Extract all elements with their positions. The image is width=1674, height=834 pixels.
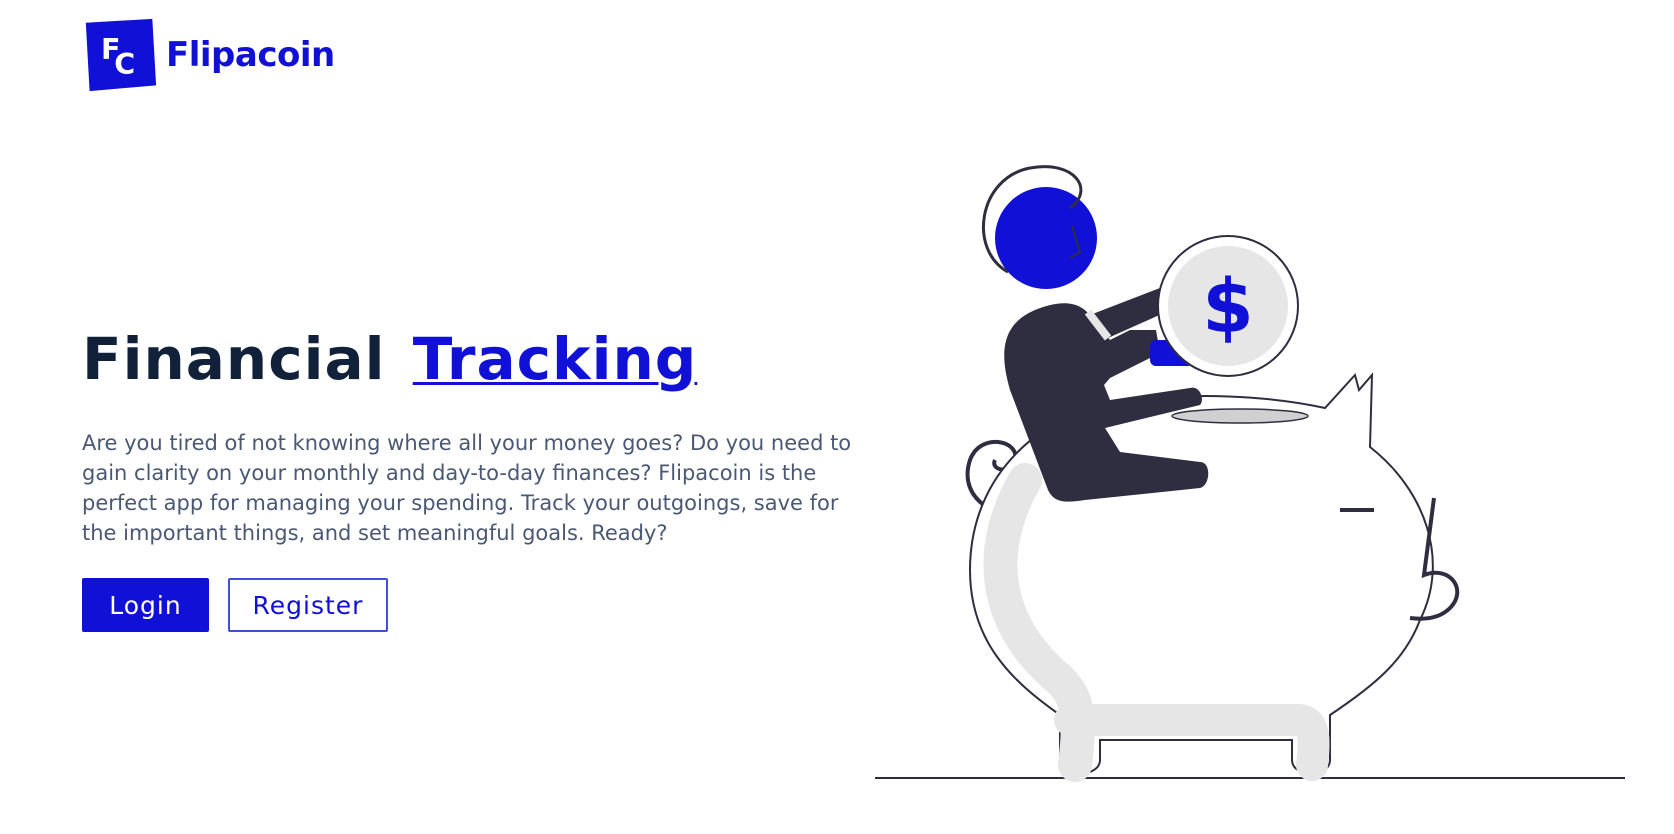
brand-logo-link[interactable]: F C Flipacoin bbox=[82, 17, 335, 93]
hero-description: Are you tired of not knowing where all y… bbox=[82, 431, 852, 545]
coin-slot bbox=[1171, 408, 1309, 424]
pig-belly-highlight bbox=[1054, 704, 1330, 781]
person-head bbox=[995, 187, 1097, 289]
login-button[interactable]: Login bbox=[82, 578, 209, 632]
page-title: Financial Tracking bbox=[82, 330, 697, 388]
piggy-bank-illustration: $ bbox=[875, 165, 1625, 782]
title-main: Financial bbox=[82, 325, 386, 393]
register-button[interactable]: Register bbox=[228, 578, 388, 632]
landing-page: F C Flipacoin Financial Tracking Are you… bbox=[0, 0, 1674, 834]
brand-name: Flipacoin bbox=[166, 35, 335, 75]
logo-monogram-c: C bbox=[114, 48, 135, 81]
dollar-sign: $ bbox=[1202, 264, 1254, 350]
logo-icon: F C bbox=[85, 18, 157, 92]
title-accent: Tracking bbox=[412, 325, 698, 393]
